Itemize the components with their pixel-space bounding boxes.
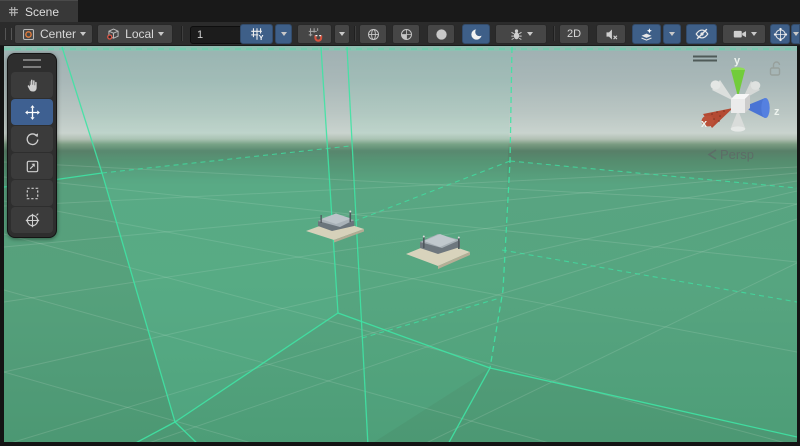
view-2d-button[interactable]: 2D [559,24,589,44]
scene-camera-button[interactable] [722,24,766,44]
audio-muted-icon [604,27,619,42]
scene-audio-button[interactable] [596,24,626,44]
grid-tab-icon [8,6,19,17]
rotate-icon [24,131,41,148]
scene-lighting-button[interactable] [462,24,490,44]
toolbar-separator [553,26,554,41]
rotate-tool-button[interactable] [11,126,53,152]
orientation-label: Local [124,27,155,41]
local-cube-icon [106,27,121,42]
rect-tool-icon [24,185,41,202]
effects-layers-icon [639,27,654,42]
scene-lighting-moon-icon [469,27,484,42]
move-tool-button[interactable] [11,99,53,125]
pivot-mode-button[interactable]: Center [14,24,93,44]
debug-draw-mode-button[interactable] [495,24,547,44]
chevron-down-icon [751,32,757,36]
snap-settings-button[interactable] [297,24,332,44]
rect-tool-button[interactable] [11,180,53,206]
unlock-icon[interactable] [771,62,780,75]
scene-viewport[interactable]: y x z Persp [4,46,797,442]
chevron-down-icon [669,32,675,36]
handle-grip-icon[interactable] [5,28,12,40]
projection-toggle[interactable]: Persp [709,147,754,162]
scene-effects-dropdown[interactable] [663,24,681,44]
unity-scene-window: Scene Center Local Y [0,0,800,446]
chevron-down-icon [158,32,164,36]
chevron-down-icon [527,32,533,36]
tab-strip: Scene [0,0,800,22]
scene-camera-icon [732,26,748,42]
chevron-down-icon [80,32,86,36]
shaded-wireframe-sphere-icon [399,27,414,42]
chevron-down-icon [793,32,799,36]
transform-icon [24,212,41,229]
snap-settings-dropdown[interactable] [334,24,350,44]
toolbar-separator [181,26,182,41]
tool-palette-overlay [7,53,57,238]
axis-y-cone[interactable] [731,70,745,97]
move-icon [24,104,41,121]
scene-visibility-button[interactable] [686,24,717,44]
hand-icon [24,77,41,94]
axis-z-label[interactable]: z [774,106,780,118]
snap-increment-input[interactable] [190,26,246,44]
chevron-down-icon [281,32,287,36]
view-hand-tool-button[interactable] [11,72,53,98]
shaded-sphere-icon [434,27,449,42]
scene-effects-button[interactable] [632,24,661,44]
toolbar-separator [354,26,355,41]
gizmos-dropdown[interactable] [791,24,800,44]
debug-bug-icon [509,27,524,42]
grid-snap-y-icon: Y [249,26,265,42]
orientation-gizmo[interactable]: y x z Persp [693,55,780,162]
draw-mode-shaded-button[interactable] [427,24,455,44]
tab-label: Scene [25,5,59,19]
wireframe-sphere-icon [366,27,381,42]
svg-text:Y: Y [258,34,263,42]
projection-label: Persp [720,147,754,162]
overlay-handle-icon[interactable] [23,59,41,68]
scene-visibility-eye-icon [694,26,710,42]
tab-scene[interactable]: Scene [0,0,78,22]
grid-snap-button[interactable]: Y [240,24,273,44]
view-2d-label: 2D [566,28,582,40]
overlay-handle-icon[interactable] [693,57,717,61]
scene-canvas[interactable]: y x z Persp [4,46,797,442]
draw-mode-wireframe-button[interactable] [359,24,387,44]
gizmo-center-cube[interactable] [731,94,750,113]
transform-tool-button[interactable] [11,207,53,233]
orientation-button[interactable]: Local [97,24,173,44]
axis-y-label[interactable]: y [734,55,741,67]
pivot-center-icon [21,27,36,42]
axis-x-label[interactable]: x [701,118,708,130]
scene-toolbar: Center Local Y [0,22,800,46]
pivot-mode-label: Center [39,27,77,41]
draw-mode-shaded-wire-button[interactable] [392,24,420,44]
scale-tool-button[interactable] [11,153,53,179]
snap-magnet-icon [307,26,323,42]
chevron-down-icon [339,32,345,36]
gizmos-sphere-icon [773,27,788,42]
scale-icon [24,158,41,175]
grid-snap-dropdown[interactable] [275,24,292,44]
gizmos-button[interactable] [770,24,790,44]
